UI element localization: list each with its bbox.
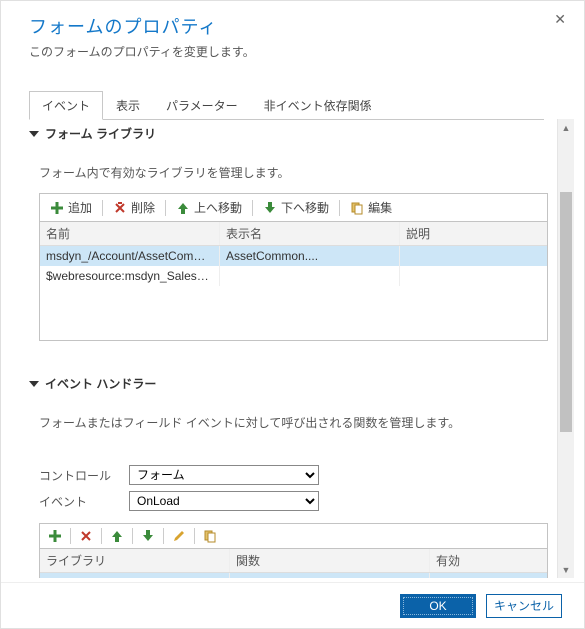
- col-desc[interactable]: 説明: [400, 222, 547, 245]
- col-display[interactable]: 表示名: [220, 222, 400, 245]
- move-up-button[interactable]: 上へ移動: [170, 197, 248, 218]
- event-select[interactable]: OnLoad: [129, 491, 319, 511]
- remove-button[interactable]: [75, 527, 97, 545]
- event-handlers-grid: ライブラリ 関数 有効 Sales/ClientCommon/Sales_Cli…: [39, 548, 548, 578]
- col-function[interactable]: 関数: [230, 549, 430, 572]
- move-down-button[interactable]: [137, 527, 159, 545]
- section-form-libraries-desc: フォーム内で有効なライブラリを管理します。: [29, 148, 548, 193]
- form-libraries-toolbar: 追加 削除 上へ移動: [39, 193, 548, 221]
- section-form-libraries-title: フォーム ライブラリ: [45, 125, 156, 142]
- pencil-icon: [172, 529, 186, 543]
- add-button[interactable]: [44, 527, 66, 545]
- table-row[interactable]: Sales/ClientCommon/Sales_Clien... Sales.…: [40, 573, 547, 578]
- arrow-down-icon: [263, 201, 277, 215]
- scroll-down-icon[interactable]: ▼: [558, 561, 574, 578]
- col-name[interactable]: 名前: [40, 222, 220, 245]
- arrow-up-icon: [110, 529, 124, 543]
- remove-icon: [113, 201, 127, 215]
- control-label: コントロール: [39, 467, 129, 484]
- event-handlers-controls: コントロール フォーム イベント OnLoad: [29, 461, 548, 515]
- scroll-thumb[interactable]: [560, 192, 572, 432]
- add-button[interactable]: 追加: [44, 197, 98, 218]
- table-row[interactable]: $webresource:msdyn_SalesOmni...: [40, 266, 547, 286]
- table-row[interactable]: msdyn_/Account/AssetCommon.... AssetComm…: [40, 246, 547, 266]
- remove-button[interactable]: 削除: [107, 197, 161, 218]
- dialog-footer: OK キャンセル: [1, 582, 584, 628]
- add-icon: [48, 529, 62, 543]
- add-icon: [50, 201, 64, 215]
- form-libraries-grid: 名前 表示名 説明 msdyn_/Account/AssetCommon....…: [39, 221, 548, 341]
- vertical-scrollbar[interactable]: ▲ ▼: [557, 119, 574, 578]
- move-down-label: 下へ移動: [281, 199, 329, 216]
- close-icon[interactable]: ✕: [554, 11, 566, 28]
- remove-icon: [79, 529, 93, 543]
- tab-events[interactable]: イベント: [29, 91, 103, 120]
- cell-name: $webresource:msdyn_SalesOmni...: [40, 266, 220, 286]
- cell-display: AssetCommon....: [220, 246, 400, 266]
- section-form-libraries-header[interactable]: フォーム ライブラリ: [29, 119, 548, 148]
- move-down-button[interactable]: 下へ移動: [257, 197, 335, 218]
- cancel-button[interactable]: キャンセル: [486, 594, 562, 618]
- edit-button[interactable]: 編集: [344, 197, 398, 218]
- edit-label: 編集: [368, 199, 392, 216]
- dialog-header: フォームのプロパティ このフォームのプロパティを変更します。 ✕: [1, 1, 584, 66]
- control-select[interactable]: フォーム: [129, 465, 319, 485]
- chevron-down-icon: [29, 131, 39, 137]
- event-handlers-toolbar: [39, 523, 548, 548]
- form-properties-dialog: フォームのプロパティ このフォームのプロパティを変更します。 ✕ イベント 表示…: [0, 0, 585, 629]
- remove-label: 削除: [131, 199, 155, 216]
- ok-button[interactable]: OK: [400, 594, 476, 618]
- grid-header: 名前 表示名 説明: [40, 222, 547, 246]
- move-up-label: 上へ移動: [194, 199, 242, 216]
- col-enabled[interactable]: 有効: [430, 549, 547, 572]
- library-button[interactable]: [199, 527, 221, 545]
- scroll-up-icon[interactable]: ▲: [558, 119, 574, 136]
- dialog-subtitle: このフォームのプロパティを変更します。: [29, 43, 564, 60]
- cell-enabled: はい: [430, 573, 547, 578]
- section-event-handlers-title: イベント ハンドラー: [45, 375, 156, 392]
- edit-button[interactable]: [168, 527, 190, 545]
- tabstrip: イベント 表示 パラメーター 非イベント依存関係: [29, 90, 544, 120]
- dialog-body: イベント 表示 パラメーター 非イベント依存関係 フォーム ライブラリ フォーム…: [1, 66, 584, 582]
- tab-events-content: フォーム ライブラリ フォーム内で有効なライブラリを管理します。 追加: [29, 119, 556, 578]
- section-event-handlers-header[interactable]: イベント ハンドラー: [29, 369, 548, 398]
- cell-display: [220, 266, 400, 286]
- grid-header: ライブラリ 関数 有効: [40, 549, 547, 573]
- arrow-down-icon: [141, 529, 155, 543]
- cell-name: msdyn_/Account/AssetCommon....: [40, 246, 220, 266]
- arrow-up-icon: [176, 201, 190, 215]
- copy-icon: [203, 529, 217, 543]
- add-label: 追加: [68, 199, 92, 216]
- event-label: イベント: [39, 493, 129, 510]
- chevron-down-icon: [29, 381, 39, 387]
- grid-body: msdyn_/Account/AssetCommon.... AssetComm…: [40, 246, 547, 341]
- col-library[interactable]: ライブラリ: [40, 549, 230, 572]
- edit-icon: [350, 201, 364, 215]
- cell-lib: Sales/ClientCommon/Sales_Clien...: [40, 573, 230, 578]
- dialog-title: フォームのプロパティ: [29, 13, 564, 39]
- tab-content-scroll: フォーム ライブラリ フォーム内で有効なライブラリを管理します。 追加: [29, 119, 574, 578]
- tab-display[interactable]: 表示: [103, 91, 153, 120]
- cell-func: Sales.DocumentsTabController.s...: [230, 573, 430, 578]
- cell-desc: [400, 246, 547, 266]
- cell-desc: [400, 266, 547, 286]
- tab-parameters[interactable]: パラメーター: [153, 91, 251, 120]
- section-event-handlers-desc: フォームまたはフィールド イベントに対して呼び出される関数を管理します。: [29, 398, 548, 443]
- move-up-button[interactable]: [106, 527, 128, 545]
- tab-nonevent-deps[interactable]: 非イベント依存関係: [251, 91, 385, 120]
- scroll-track[interactable]: [558, 136, 574, 561]
- grid-body: Sales/ClientCommon/Sales_Clien... Sales.…: [40, 573, 547, 578]
